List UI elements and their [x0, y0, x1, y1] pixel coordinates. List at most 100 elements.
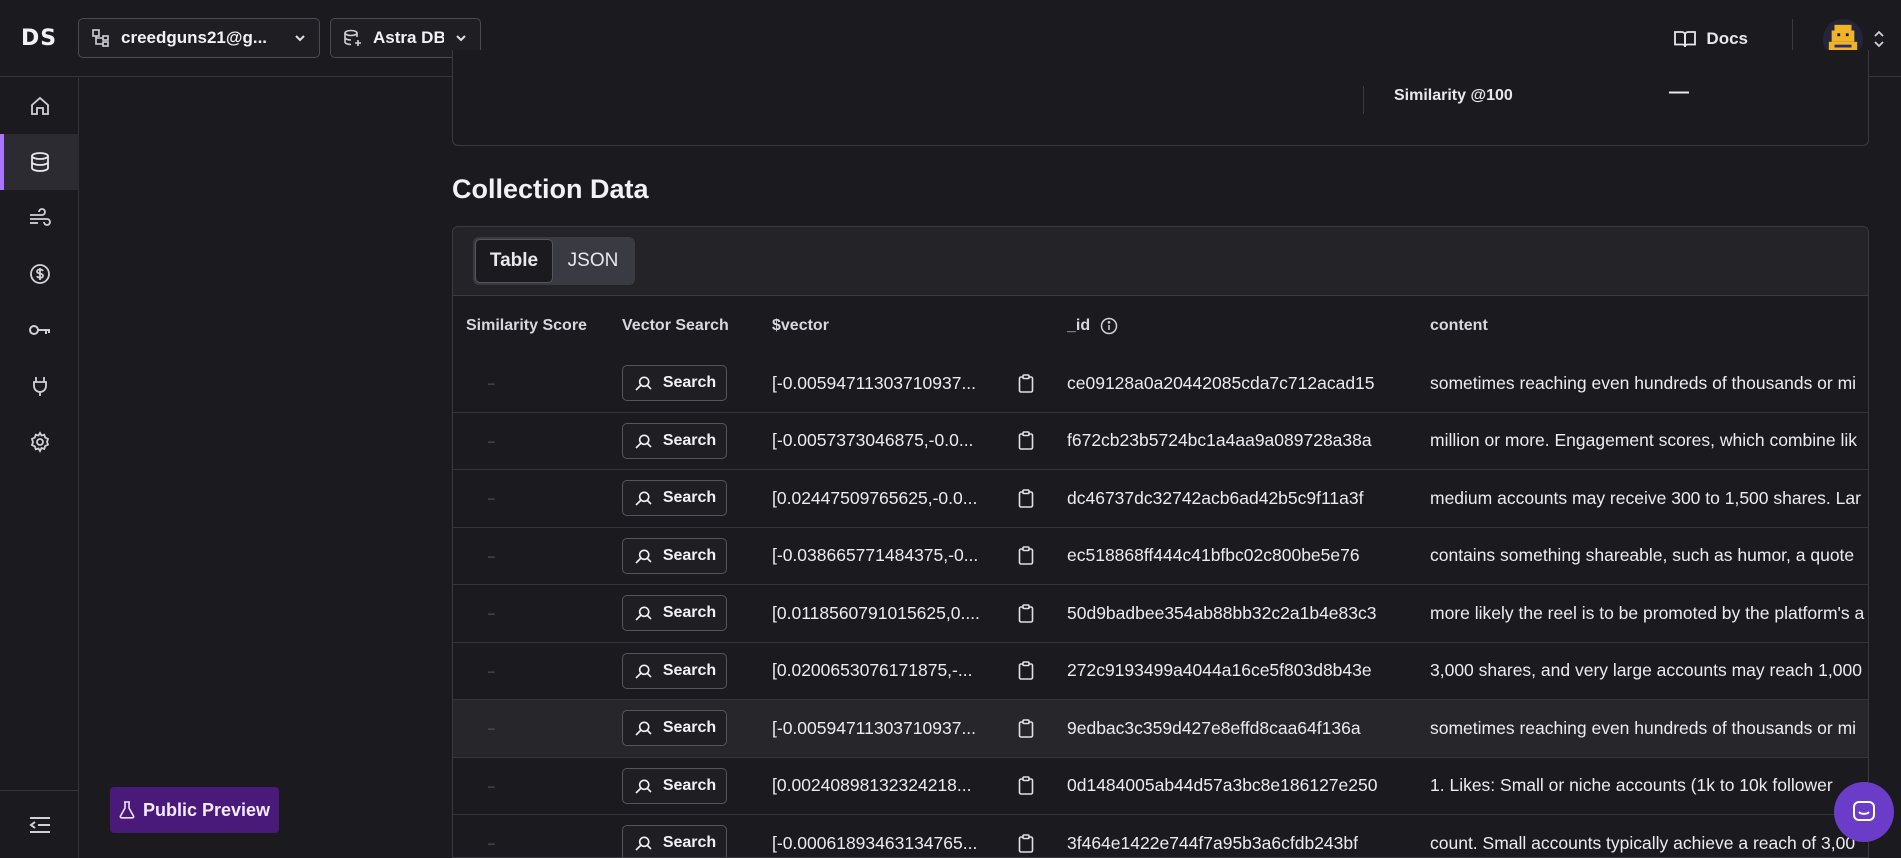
vector-search-button[interactable]: Search	[622, 480, 727, 517]
id-cell: 0d1484005ab44d57a3bc8e186127e250	[1067, 775, 1378, 796]
clipboard-icon	[1018, 661, 1034, 681]
vector-search-cell: Search	[622, 758, 762, 815]
nav-databases[interactable]	[0, 134, 79, 190]
organization-selector[interactable]: creedguns21@g...	[78, 18, 320, 58]
table-header: Similarity Score Vector Search $vector _…	[453, 297, 1868, 355]
search-button-label: Search	[662, 374, 717, 392]
table-row[interactable]: – Search [0.02447509765625,-0.0... dc46737d…	[453, 470, 1868, 528]
nav-home[interactable]	[0, 78, 79, 134]
id-cell: 3f464e1422e744f7a95b3a6cfdb243bf	[1067, 832, 1358, 853]
vector-search-cell: Search	[622, 470, 762, 527]
id-cell: dc46737dc32742acb6ad42b5c9f11a3f	[1067, 487, 1364, 508]
vector-search-button[interactable]: Search	[622, 825, 727, 857]
vector-search-button[interactable]: Search	[622, 652, 727, 689]
table-row[interactable]: – Search [-0.00061893463134765... 3f464e142…	[453, 815, 1868, 857]
vector-search-icon	[635, 549, 652, 564]
col-content[interactable]: content	[1430, 297, 1868, 355]
copy-vector-button[interactable]	[1011, 470, 1041, 527]
info-icon[interactable]	[1100, 317, 1118, 335]
similarity-score-cell: –	[488, 491, 495, 506]
vector-search-icon	[635, 836, 652, 851]
copy-vector-button[interactable]	[1011, 528, 1041, 585]
nav-billing[interactable]	[0, 246, 79, 302]
vector-search-icon	[635, 721, 652, 736]
book-open-icon	[1674, 30, 1697, 47]
vector-search-cell: Search	[622, 700, 762, 757]
copy-vector-button[interactable]	[1011, 643, 1041, 700]
vector-search-cell: Search	[622, 528, 762, 585]
id-cell: ec518868ff444c41bfbc02c800be5e76	[1067, 545, 1360, 566]
copy-vector-button[interactable]	[1011, 700, 1041, 757]
key-icon	[28, 325, 50, 335]
content-cell: count. Small accounts typically achieve …	[1430, 832, 1856, 853]
table-row[interactable]: – Search [-0.00594711303710937... ce09128a0…	[453, 355, 1868, 413]
public-preview-label: Public Preview	[142, 799, 271, 820]
search-button-label: Search	[662, 431, 717, 449]
org-tree-icon	[92, 29, 109, 47]
similarity-score-cell: –	[488, 433, 495, 448]
content-cell: medium accounts may receive 300 to 1,500…	[1430, 487, 1861, 508]
nav-integrations[interactable]	[0, 358, 79, 414]
id-cell: 50d9badbee354ab88bb32c2a1b4e83c3	[1067, 602, 1377, 623]
vector-search-icon	[635, 434, 652, 449]
vector-search-button[interactable]: Search	[622, 767, 727, 804]
content-cell: more likely the reel is to be promoted b…	[1430, 602, 1865, 623]
copy-vector-button[interactable]	[1011, 758, 1041, 815]
table-row[interactable]: – Search [0.00240898132324218... 0d1484005a…	[453, 758, 1868, 815]
vector-cell: [0.02447509765625,-0.0...	[772, 487, 978, 508]
vector-cell: [0.00240898132324218...	[772, 775, 972, 796]
content-cell: million or more. Engagement scores, whic…	[1430, 430, 1857, 451]
col-id[interactable]: _id	[1067, 297, 1417, 355]
product-name: Astra DB	[373, 28, 444, 47]
chevron-updown-icon[interactable]	[1873, 29, 1885, 49]
gear-icon	[30, 431, 49, 453]
vector-search-button[interactable]: Search	[622, 365, 727, 402]
clipboard-icon	[1018, 373, 1034, 393]
copy-vector-button[interactable]	[1011, 585, 1041, 642]
search-button-label: Search	[662, 719, 717, 737]
col-vector[interactable]: $vector	[772, 297, 997, 355]
id-cell: 272c9193499a4044a16ce5f803d8b43e	[1067, 660, 1372, 681]
table-row[interactable]: – Search [0.0118560791015625,0.... 50d9badb…	[453, 585, 1868, 643]
clipboard-icon	[1018, 718, 1034, 738]
docs-label: Docs	[1706, 28, 1748, 48]
clipboard-icon	[1018, 833, 1034, 853]
vector-search-button[interactable]: Search	[622, 422, 727, 459]
vector-search-cell: Search	[622, 815, 762, 857]
vector-search-icon	[635, 779, 652, 794]
vector-search-cell: Search	[622, 643, 762, 700]
docs-link[interactable]: Docs	[1673, 29, 1792, 49]
nav-tokens[interactable]	[0, 302, 79, 358]
vector-search-button[interactable]: Search	[622, 710, 727, 747]
public-preview-badge[interactable]: Public Preview	[110, 787, 279, 833]
database-icon	[30, 152, 49, 172]
table-row[interactable]: – Search [-0.038665771484375,-0... ec518868…	[453, 528, 1868, 585]
copy-vector-button[interactable]	[1011, 413, 1041, 470]
ds-logo[interactable]: DS	[0, 0, 78, 77]
copy-vector-button[interactable]	[1011, 355, 1041, 412]
data-table: Similarity Score Vector Search $vector _…	[453, 297, 1868, 857]
vector-search-button[interactable]: Search	[622, 537, 727, 574]
chat-support-button[interactable]	[1834, 782, 1894, 842]
vector-cell: [-0.038665771484375,-0...	[772, 545, 979, 566]
view-tabbar: Table JSON	[453, 227, 1868, 296]
vector-cell: [-0.00061893463134765...	[772, 832, 978, 853]
database-plus-icon	[344, 29, 361, 46]
col-similarity-score[interactable]: Similarity Score	[466, 297, 616, 355]
chat-icon	[1853, 801, 1875, 821]
search-button-label: Search	[662, 546, 717, 564]
copy-vector-button[interactable]	[1011, 815, 1041, 857]
nav-streaming[interactable]	[0, 190, 79, 246]
collection-data-card: Table JSON Similarity Score Vector Searc…	[452, 226, 1869, 858]
table-row[interactable]: – Search [-0.00594711303710937... 9edbac3c3…	[453, 700, 1868, 758]
vector-search-button[interactable]: Search	[622, 595, 727, 632]
tab-json[interactable]: JSON	[553, 239, 633, 283]
nav-settings[interactable]	[0, 414, 79, 470]
similarity-score-cell: –	[488, 663, 495, 678]
collapse-nav-button[interactable]	[0, 790, 79, 858]
table-row[interactable]: – Search [0.0200653076171875,-... 272c91934…	[453, 643, 1868, 700]
tab-table[interactable]: Table	[475, 239, 553, 283]
id-cell: f672cb23b5724bc1a4aa9a089728a38a	[1067, 430, 1372, 451]
clipboard-icon	[1018, 431, 1034, 451]
table-row[interactable]: – Search [-0.0057373046875,-0.0... f672cb23…	[453, 413, 1868, 470]
